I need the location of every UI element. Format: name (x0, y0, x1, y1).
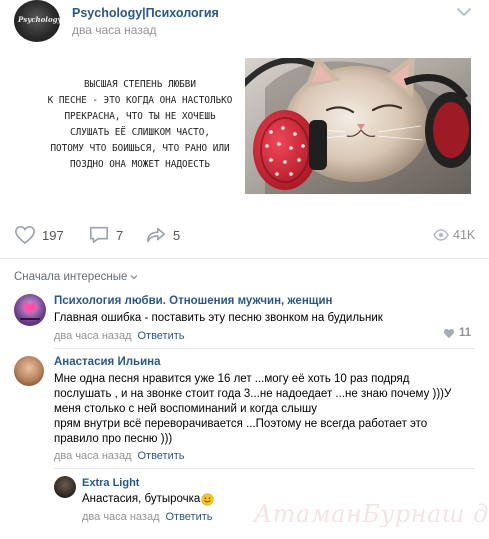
comment-text: Анастасия, бутырочка (82, 493, 201, 505)
divider (0, 258, 489, 259)
divider (54, 468, 475, 469)
chevron-down-icon (130, 275, 138, 280)
post-timestamp[interactable]: два часа назад (72, 23, 157, 37)
comment-time[interactable]: два часа назад (54, 450, 131, 462)
small-heart-icon (444, 328, 454, 338)
share-icon (147, 227, 165, 243)
views-count: 41K (453, 228, 476, 242)
chevron-down-icon[interactable] (455, 5, 473, 19)
heart-icon (15, 225, 35, 245)
comment-like-count: 11 (459, 327, 472, 339)
heart-logo-icon (20, 302, 40, 320)
comment-author[interactable]: Extra Light (82, 477, 139, 489)
like-count: 197 (42, 227, 64, 243)
share-button[interactable]: 5 (145, 224, 180, 246)
comment-time[interactable]: два часа назад (82, 511, 159, 523)
comment-meta: два часа назад Ответить (54, 450, 185, 462)
views-counter: 41K (433, 224, 475, 246)
comment-text: Мне одна песня нравится уже 16 лет ...мо… (54, 373, 452, 445)
smile-emoji-icon (201, 493, 214, 506)
page-avatar[interactable]: Psychology (14, 0, 60, 42)
comment-time[interactable]: два часа назад (54, 330, 131, 342)
comment-button[interactable]: 7 (88, 224, 123, 246)
sort-label: Сначала интересные (14, 271, 128, 283)
reply-button[interactable]: Ответить (165, 511, 212, 523)
comment-icon (90, 226, 108, 244)
comment-avatar[interactable] (14, 356, 44, 386)
comment-author[interactable]: Анастасия Ильина (54, 356, 161, 368)
avatar-logo-text: Psychology (18, 15, 60, 24)
reply-button[interactable]: Ответить (137, 330, 184, 342)
comment-meta: два часа назад Ответить (54, 330, 185, 342)
comment-meta: два часа назад Ответить (82, 511, 213, 523)
comment-avatar[interactable] (14, 294, 46, 326)
page-title[interactable]: Psychology|Психология (72, 6, 219, 20)
like-button[interactable]: 197 (14, 224, 64, 246)
comments-sort-dropdown[interactable]: Сначала интересные (14, 271, 138, 283)
divider (54, 348, 475, 349)
eye-icon (433, 229, 449, 241)
quote-text: Высшая степень любви к песне - это когда… (47, 79, 233, 170)
reply-button[interactable]: Ответить (137, 450, 184, 462)
comment-text: Главная ошибка - поставить эту песню зво… (54, 312, 383, 324)
watermark: АтаманБурнаш для ЯП (254, 500, 489, 528)
post-photo[interactable] (245, 58, 471, 194)
post-quote: Высшая степень любви к песне - это когда… (36, 58, 244, 192)
comment-count: 7 (116, 227, 124, 243)
share-count: 5 (173, 227, 181, 243)
comment-like-button[interactable]: 11 (443, 327, 471, 339)
comment-body: Анастасия, бутырочка (82, 492, 214, 507)
comment-avatar[interactable] (54, 476, 76, 498)
comment-author[interactable]: Психология любви. Отношения мужчин, женщ… (54, 295, 332, 307)
